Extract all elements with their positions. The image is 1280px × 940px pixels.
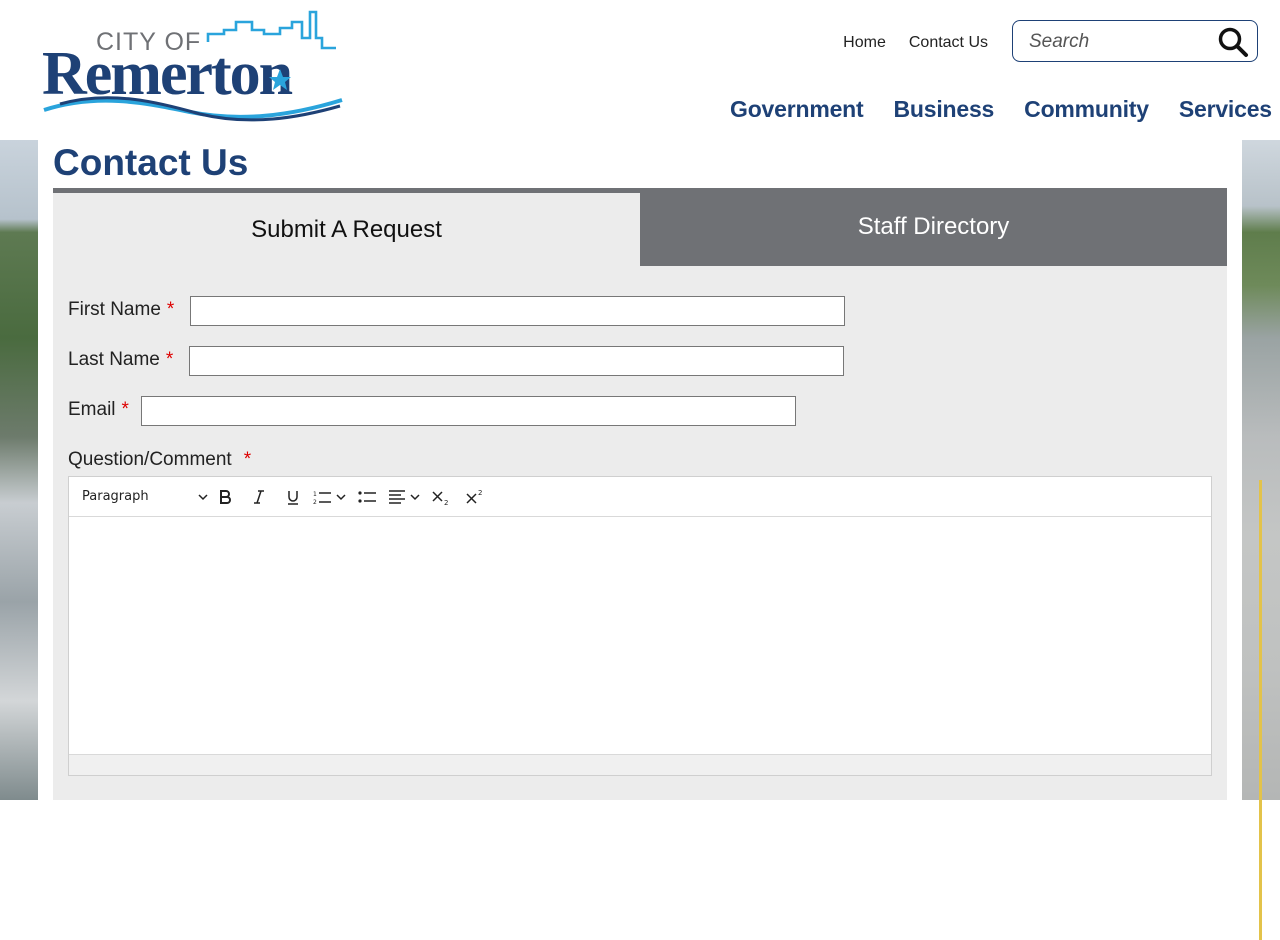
nav-government[interactable]: Government xyxy=(730,96,864,123)
bold-button[interactable] xyxy=(208,483,242,511)
chevron-down-icon xyxy=(198,493,208,500)
superscript-button[interactable]: 2 xyxy=(458,483,492,511)
main-nav: Government Business Community Services xyxy=(730,96,1272,123)
contact-tabs: Submit A Request Staff Directory xyxy=(53,188,1227,266)
search-box xyxy=(1012,20,1258,62)
tab-staff-directory[interactable]: Staff Directory xyxy=(640,188,1227,266)
svg-text:2: 2 xyxy=(478,489,482,497)
required-marker: * xyxy=(166,299,175,320)
content-panel: Contact Us Submit A Request Staff Direct… xyxy=(38,140,1242,800)
align-icon xyxy=(389,489,420,504)
superscript-icon: 2 xyxy=(466,489,482,504)
search-input[interactable] xyxy=(1027,29,1211,55)
nav-services[interactable]: Services xyxy=(1179,96,1272,123)
first-name-label: First Name * xyxy=(68,299,174,321)
home-link[interactable]: Home xyxy=(843,34,886,52)
email-label: Email * xyxy=(68,399,129,421)
editor-toolbar: Paragraph 1 2 2 2 xyxy=(69,477,1211,517)
svg-text:2: 2 xyxy=(313,499,317,505)
numbered-list-icon: 1 2 xyxy=(313,491,346,505)
site-header: CITY OF Remerton Home Contact Us Governm… xyxy=(0,0,1280,140)
city-logo[interactable]: CITY OF Remerton xyxy=(40,8,350,130)
nav-community[interactable]: Community xyxy=(1024,96,1149,123)
numbered-list-button[interactable]: 1 2 xyxy=(310,483,350,511)
last-name-label-text: Last Name xyxy=(68,349,160,370)
required-marker: * xyxy=(121,399,129,420)
bullet-list-icon xyxy=(358,490,376,503)
tab-submit-request[interactable]: Submit A Request xyxy=(53,193,640,266)
underline-icon xyxy=(288,490,298,505)
last-name-field[interactable] xyxy=(189,346,844,376)
block-format-value: Paragraph xyxy=(82,489,149,504)
background-photo-right xyxy=(1242,140,1280,940)
contact-us-link[interactable]: Contact Us xyxy=(909,34,988,52)
rich-text-editor: Paragraph 1 2 2 2 xyxy=(68,476,1212,776)
email-label-text: Email xyxy=(68,399,116,420)
search-icon[interactable] xyxy=(1217,26,1249,58)
block-format-select[interactable]: Paragraph xyxy=(82,489,208,504)
utility-nav: Home Contact Us xyxy=(843,34,988,52)
svg-text:1: 1 xyxy=(313,491,317,498)
logo-text-name: Remerton xyxy=(42,40,293,108)
italic-button[interactable] xyxy=(242,483,276,511)
comment-label-text: Question/Comment xyxy=(68,449,232,470)
first-name-label-text: First Name xyxy=(68,299,161,320)
request-form: First Name * Last Name * Email * Question/C… xyxy=(53,266,1227,800)
required-marker: * xyxy=(165,349,174,370)
required-marker: * xyxy=(243,449,252,470)
bullet-list-button[interactable] xyxy=(350,483,384,511)
subscript-button[interactable]: 2 xyxy=(424,483,458,511)
align-button[interactable] xyxy=(384,483,424,511)
email-field[interactable] xyxy=(141,396,796,426)
last-name-label: Last Name * xyxy=(68,349,173,371)
italic-icon xyxy=(254,489,264,504)
svg-text:2: 2 xyxy=(444,499,448,506)
comment-label: Question/Comment * xyxy=(68,449,251,471)
comment-textarea[interactable] xyxy=(69,517,1211,755)
underline-button[interactable] xyxy=(276,483,310,511)
first-name-field[interactable] xyxy=(190,296,845,326)
editor-statusbar xyxy=(69,754,1211,775)
nav-business[interactable]: Business xyxy=(893,96,994,123)
subscript-icon: 2 xyxy=(432,490,448,506)
bold-icon xyxy=(220,489,231,504)
page-title: Contact Us xyxy=(53,142,249,183)
